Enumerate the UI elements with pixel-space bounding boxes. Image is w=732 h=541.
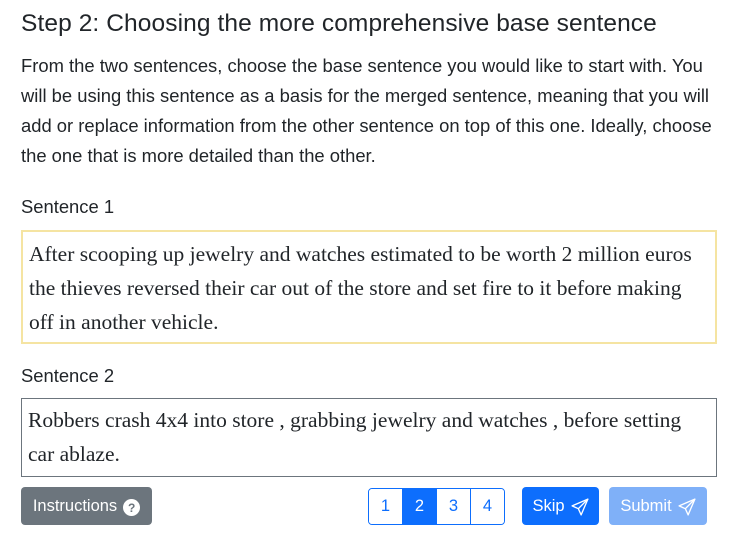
page-button-2[interactable]: 2 xyxy=(402,489,436,524)
send-icon xyxy=(570,498,589,516)
skip-label: Skip xyxy=(532,496,565,515)
step-description: From the two sentences, choose the base … xyxy=(21,55,712,166)
instructions-button[interactable]: Instructions ? xyxy=(21,487,152,525)
sentence-2-box[interactable]: Robbers crash 4x4 into store , grabbing … xyxy=(21,398,717,477)
page-button-4[interactable]: 4 xyxy=(470,489,504,524)
page-button-1[interactable]: 1 xyxy=(369,489,402,524)
task-page: Step 2: Choosing the more comprehensive … xyxy=(0,0,732,541)
send-icon xyxy=(678,498,696,516)
question-circle-icon: ? xyxy=(123,499,141,516)
instructions-label: Instructions xyxy=(32,496,118,515)
submit-label: Submit xyxy=(620,496,672,515)
submit-button[interactable]: Submit xyxy=(609,487,707,525)
sentence-2-label: Sentence 2 xyxy=(21,365,115,386)
sentence-1-box[interactable]: After scooping up jewelry and watches es… xyxy=(21,230,717,344)
page-pagination: 1 2 3 4 xyxy=(368,488,505,525)
sentence-1-label: Sentence 1 xyxy=(21,196,115,217)
page-button-3[interactable]: 3 xyxy=(436,489,470,524)
skip-button[interactable]: Skip xyxy=(522,487,599,525)
step-title: Step 2: Choosing the more comprehensive … xyxy=(21,10,657,37)
